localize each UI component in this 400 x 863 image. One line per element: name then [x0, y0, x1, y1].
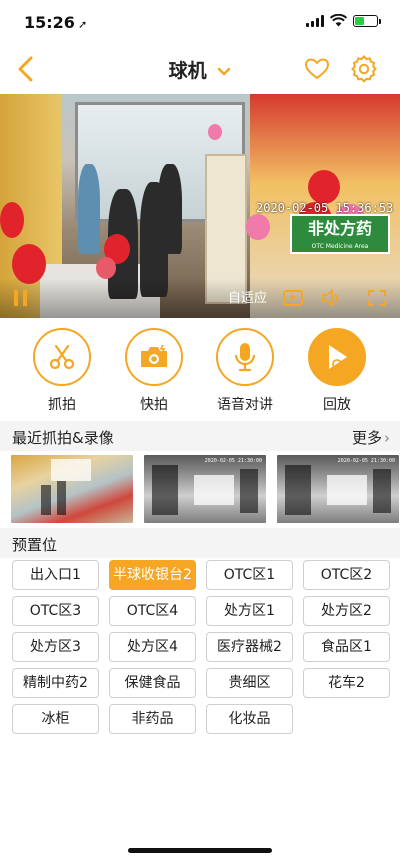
gear-icon[interactable]	[350, 55, 378, 83]
chevron-right-icon: ›	[384, 429, 390, 447]
recent-title: 最近抓拍&录像	[12, 429, 114, 447]
preset-button[interactable]: 保健食品	[109, 668, 196, 698]
voice-intercom-button-circle	[216, 328, 274, 386]
video-scene-balloon	[308, 170, 340, 204]
video-control-bar: 自适应	[0, 278, 400, 318]
video-scene-balloon	[96, 257, 116, 279]
status-bar: 15:26 ➚	[0, 0, 400, 44]
preset-button[interactable]: 处方区4	[109, 632, 196, 662]
nav-bar: 球机	[0, 44, 400, 94]
capture-label: 抓拍	[48, 397, 76, 413]
video-scene-person	[78, 164, 100, 254]
thumbnail-timestamp: 2020-02-05 21:30:00	[337, 458, 395, 464]
preset-button[interactable]: 处方区2	[303, 596, 390, 626]
video-scene-balloon	[0, 202, 24, 238]
preset-button[interactable]: 处方区3	[12, 632, 99, 662]
quick-shot-label: 快拍	[140, 397, 168, 413]
live-video-view[interactable]: 非处方药 OTC Medicine Area 2020-02-05 15:36:…	[0, 94, 400, 318]
heart-icon[interactable]	[304, 56, 330, 82]
action-row: 抓拍 快拍 语音对讲 回放	[0, 320, 400, 420]
voice-intercom-label: 语音对讲	[217, 397, 273, 413]
microphone-icon	[234, 343, 256, 372]
playback-icon	[329, 345, 347, 371]
preset-button[interactable]: 处方区1	[206, 596, 293, 626]
preset-button[interactable]: 出入口1	[12, 560, 99, 590]
preset-button[interactable]: OTC区4	[109, 596, 196, 626]
thumbnail-timestamp: 2020-02-05 21:30:00	[204, 458, 262, 464]
fullscreen-icon[interactable]	[366, 288, 388, 308]
recent-header: 最近抓拍&录像 更多 ›	[0, 421, 400, 451]
scissors-icon	[49, 344, 75, 370]
camera-title-dropdown[interactable]: 球机	[0, 56, 400, 83]
playback-label: 回放	[323, 397, 351, 413]
thumbnail-scene	[152, 465, 178, 515]
home-indicator	[128, 848, 272, 853]
more-link[interactable]: 更多 ›	[352, 427, 390, 448]
page-title: 球机	[168, 60, 207, 82]
preset-button[interactable]: 化妆品	[206, 704, 293, 734]
preset-button[interactable]: 半球收银台2	[109, 560, 196, 590]
more-label: 更多	[351, 429, 382, 447]
preset-button[interactable]: 医疗器械2	[206, 632, 293, 662]
video-scene-balloon	[246, 214, 270, 240]
screenshot-icon[interactable]	[282, 288, 304, 308]
adaptive-quality-toggle[interactable]: 自适应	[228, 287, 267, 306]
preset-button[interactable]: 花车2	[303, 668, 390, 698]
recent-thumbnail[interactable]	[11, 455, 133, 523]
pause-icon[interactable]	[14, 290, 28, 306]
playback-button-circle	[308, 328, 366, 386]
battery-icon	[353, 14, 381, 27]
video-scene-person	[158, 164, 182, 254]
quick-shot-button-circle	[125, 328, 183, 386]
thumbnail-scene	[373, 469, 391, 513]
thumbnail-scene	[327, 475, 367, 505]
voice-intercom-button[interactable]: 语音对讲	[205, 328, 285, 414]
thumbnail-scene	[285, 465, 311, 515]
video-sign-text: 非处方药	[307, 219, 372, 238]
location-arrow-icon: ➚	[77, 18, 88, 31]
video-timestamp: 2020-02-05 15:36:53	[256, 201, 394, 215]
capture-button-circle	[33, 328, 91, 386]
status-time: 15:26 ➚	[24, 13, 87, 32]
chevron-down-icon	[218, 67, 231, 76]
preset-button[interactable]: 冰柜	[12, 704, 99, 734]
recent-thumbnail[interactable]: 2020-02-05 21:30:00	[144, 455, 266, 523]
capture-button[interactable]: 抓拍	[22, 328, 102, 414]
thumbnail-scene	[194, 475, 234, 505]
thumbnail-scene	[51, 459, 91, 481]
recent-thumbnail[interactable]: 2020-02-05 21:30:00	[277, 455, 399, 523]
cellular-signal-icon	[306, 14, 324, 27]
preset-button[interactable]: OTC区3	[12, 596, 99, 626]
playback-button[interactable]: 回放	[297, 328, 377, 414]
video-scene-otc-sign: 非处方药 OTC Medicine Area	[290, 214, 390, 254]
volume-icon[interactable]	[320, 288, 342, 308]
wifi-icon	[330, 14, 347, 27]
camera-page: 15:26 ➚ 球机 非处方药 OTC Medicine Area 2020-0…	[0, 0, 400, 863]
presets-title: 预置位	[12, 536, 58, 554]
battery-fill	[355, 16, 365, 25]
preset-button[interactable]: OTC区1	[206, 560, 293, 590]
camera-icon	[141, 344, 167, 367]
thumbnail-scene	[41, 485, 51, 515]
preset-button[interactable]: 精制中药2	[12, 668, 99, 698]
thumbnail-scene	[57, 481, 66, 515]
video-scene-balloon	[208, 124, 222, 140]
preset-button[interactable]: 贵细区	[206, 668, 293, 698]
clock: 15:26	[24, 13, 75, 32]
quick-shot-button[interactable]: 快拍	[114, 328, 194, 414]
preset-button[interactable]: 非药品	[109, 704, 196, 734]
status-icons	[306, 14, 381, 27]
thumbnail-scene	[240, 469, 258, 513]
preset-button[interactable]: 食品区1	[303, 632, 390, 662]
video-sign-subtext: OTC Medicine Area	[311, 243, 369, 250]
presets-header: 预置位	[0, 528, 400, 558]
preset-button[interactable]: OTC区2	[303, 560, 390, 590]
